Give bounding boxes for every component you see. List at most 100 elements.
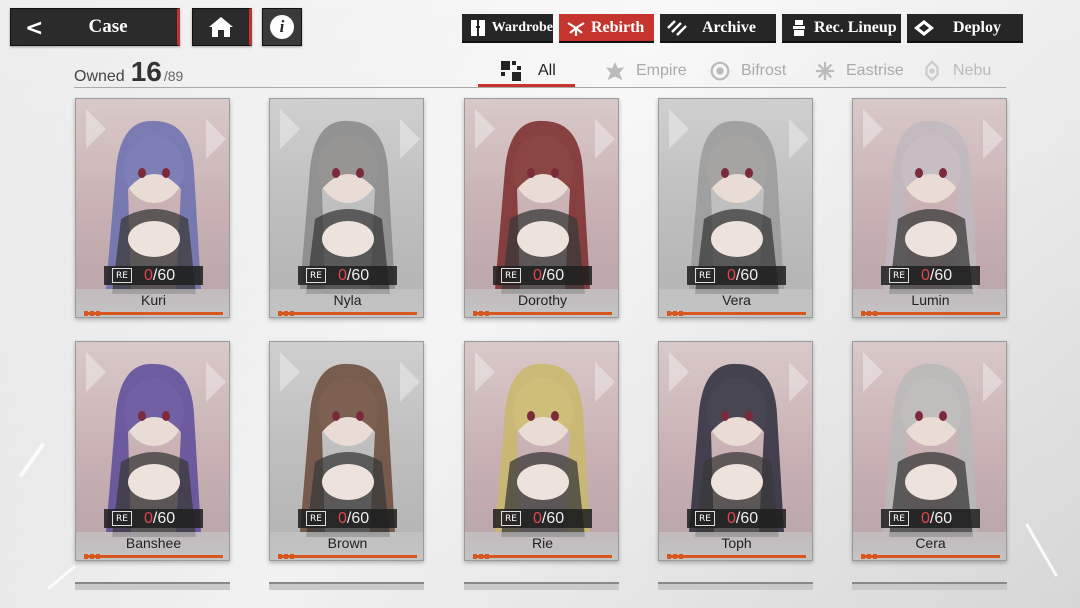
exp-bar — [667, 312, 806, 315]
card-row-peek — [658, 582, 813, 590]
nav-archive[interactable]: Archive — [660, 14, 776, 43]
back-button-label: Case — [88, 16, 128, 37]
nav-wardrobe[interactable]: Wardrobe — [462, 14, 553, 43]
lineup-icon — [788, 17, 810, 39]
exp-bar — [84, 555, 223, 558]
fragment-max: /60 — [929, 509, 953, 527]
nav-rec-lineup-label: Rec. Lineup — [814, 18, 897, 36]
exp-bar — [278, 312, 417, 315]
fragment-counter: RE 0/60 — [881, 266, 980, 285]
fragment-counter: RE 0/60 — [493, 266, 592, 285]
card-row-peek — [464, 582, 619, 590]
info-button[interactable]: i — [262, 8, 302, 46]
fragment-current: 0 — [727, 509, 736, 527]
fragment-max: /60 — [735, 509, 759, 527]
fragment-counter: RE 0/60 — [687, 266, 786, 285]
fragment-max: /60 — [152, 266, 176, 284]
deploy-icon — [913, 17, 935, 39]
filter-bifrost-label: Bifrost — [741, 62, 787, 79]
character-portrait — [86, 352, 226, 537]
bifrost-icon — [709, 60, 731, 82]
nav-deploy-label: Deploy — [953, 18, 1001, 36]
character-card[interactable]: RE 0/60 Cera — [852, 341, 1007, 561]
card-row-peek — [269, 582, 424, 590]
fragment-current: 0 — [533, 266, 542, 284]
nav-rebirth[interactable]: Rebirth — [559, 14, 654, 43]
home-button[interactable] — [192, 8, 252, 46]
fragment-icon: RE — [501, 511, 521, 526]
fragment-icon: RE — [112, 511, 132, 526]
eastrise-icon — [814, 60, 836, 82]
nav-deploy[interactable]: Deploy — [907, 14, 1023, 43]
info-icon: i — [270, 15, 294, 39]
fragment-current: 0 — [533, 509, 542, 527]
fragment-current: 0 — [921, 509, 930, 527]
fragment-max: /60 — [346, 509, 370, 527]
fragment-counter: RE 0/60 — [104, 509, 203, 528]
exp-bar — [861, 312, 1000, 315]
fragment-icon: RE — [695, 268, 715, 283]
character-card[interactable]: RE 0/60 Rie — [464, 341, 619, 561]
owned-label: Owned — [74, 68, 125, 85]
filter-eastrise[interactable]: Eastrise — [814, 56, 904, 86]
fragment-max: /60 — [735, 266, 759, 284]
fragment-max: /60 — [929, 266, 953, 284]
back-button[interactable]: < Case — [10, 8, 180, 46]
fragment-counter: RE 0/60 — [687, 509, 786, 528]
character-portrait — [86, 109, 226, 294]
empire-icon — [604, 60, 626, 82]
wardrobe-icon — [468, 17, 488, 39]
character-portrait — [280, 109, 420, 294]
card-row-peek — [852, 582, 1007, 590]
fragment-icon: RE — [306, 511, 326, 526]
filter-empire[interactable]: Empire — [604, 56, 687, 86]
exp-bar — [667, 555, 806, 558]
fragment-icon: RE — [306, 268, 326, 283]
character-card[interactable]: RE 0/60 Kuri — [75, 98, 230, 318]
fragment-current: 0 — [144, 266, 153, 284]
owned-counter: Owned 16 /89 — [74, 56, 183, 88]
fragment-current: 0 — [727, 266, 736, 284]
character-card[interactable]: RE 0/60 Vera — [658, 98, 813, 318]
character-card[interactable]: RE 0/60 Brown — [269, 341, 424, 561]
nav-rec-lineup[interactable]: Rec. Lineup — [782, 14, 901, 43]
fragment-icon: RE — [889, 511, 909, 526]
filter-nebu-label: Nebu — [953, 62, 992, 79]
filter-eastrise-label: Eastrise — [846, 62, 904, 79]
character-card[interactable]: RE 0/60 Lumin — [852, 98, 1007, 318]
nebu-icon — [921, 60, 943, 82]
fragment-counter: RE 0/60 — [493, 509, 592, 528]
filter-all-label: All — [538, 62, 556, 79]
fragment-counter: RE 0/60 — [881, 509, 980, 528]
exp-bar — [278, 555, 417, 558]
character-card[interactable]: RE 0/60 Dorothy — [464, 98, 619, 318]
character-portrait — [863, 352, 1003, 537]
home-icon — [209, 17, 233, 37]
character-portrait — [280, 352, 420, 537]
fragment-max: /60 — [152, 509, 176, 527]
nav-wardrobe-label: Wardrobe — [491, 19, 553, 35]
character-portrait — [669, 109, 809, 294]
owned-total: /89 — [163, 68, 184, 84]
fragment-current: 0 — [144, 509, 153, 527]
filter-nebu[interactable]: Nebu — [921, 56, 991, 86]
all-icon — [500, 60, 522, 82]
fragment-current: 0 — [338, 266, 347, 284]
fragment-max: /60 — [346, 266, 370, 284]
character-card[interactable]: RE 0/60 Toph — [658, 341, 813, 561]
fragment-icon: RE — [501, 268, 521, 283]
character-card[interactable]: RE 0/60 Banshee — [75, 341, 230, 561]
owned-count: 16 — [130, 56, 162, 87]
character-card[interactable]: RE 0/60 Nyla — [269, 98, 424, 318]
archive-icon — [666, 17, 688, 39]
fragment-max: /60 — [541, 509, 565, 527]
character-portrait — [475, 109, 615, 294]
fragment-counter: RE 0/60 — [298, 266, 397, 285]
filter-bifrost[interactable]: Bifrost — [709, 56, 786, 86]
fragment-counter: RE 0/60 — [298, 509, 397, 528]
fragment-current: 0 — [921, 266, 930, 284]
filter-all[interactable]: All — [500, 56, 556, 86]
nav-rebirth-label: Rebirth — [591, 18, 645, 36]
character-portrait — [475, 352, 615, 537]
fragment-icon: RE — [112, 268, 132, 283]
